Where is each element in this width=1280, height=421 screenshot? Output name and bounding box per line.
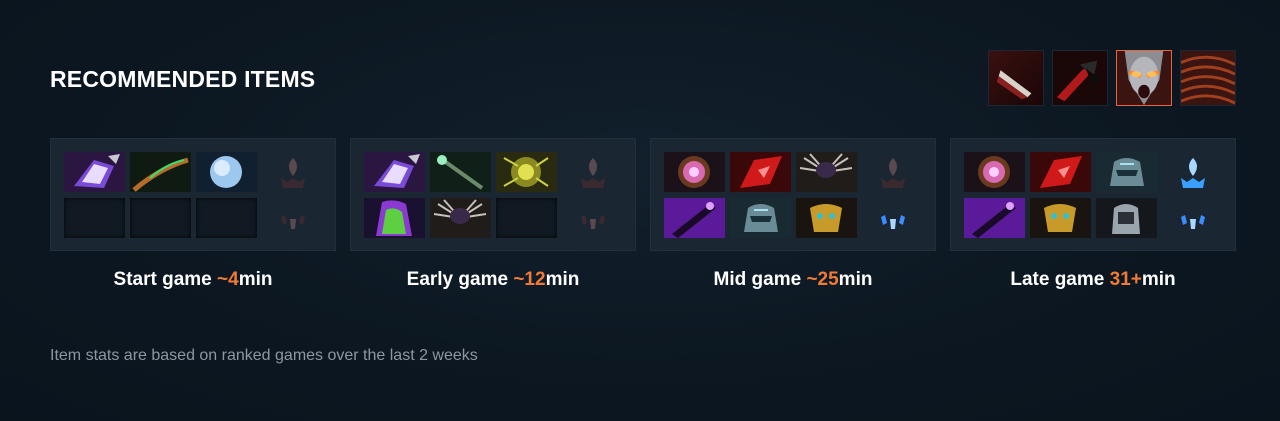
aghanim-shard-icon[interactable] [1173,201,1213,241]
item-grid [364,152,557,238]
stage-caption: Late game 31+min [950,269,1236,291]
hero-portrait-tabs [988,50,1236,106]
blue-orb-icon[interactable] [196,152,257,192]
green-staff-icon[interactable] [130,152,191,192]
silver-helm-icon[interactable] [1096,198,1157,238]
steel-helm-icon[interactable] [1096,152,1157,192]
purple-crystal-icon[interactable] [64,152,125,192]
item-panel [350,138,636,251]
stage-time: 31+ [1109,269,1142,290]
stage-caption: Start game ~4min [50,269,336,291]
pink-orb-icon[interactable] [664,152,725,192]
empty-item-slot [196,198,257,238]
stage-label: Late game [1010,269,1105,290]
item-panel [650,138,936,251]
aghanim-scepter-icon[interactable] [1173,154,1213,194]
ability-2-icon[interactable] [1052,50,1108,106]
item-grid [64,152,257,238]
steel-helm-icon[interactable] [730,198,791,238]
stage-unit: min [545,269,580,290]
gold-mask-icon[interactable] [1030,198,1091,238]
yellow-orb-icon[interactable] [496,152,557,192]
aghanim-scepter-icon[interactable] [573,154,613,194]
stage-caption: Mid game ~25min [650,269,936,291]
red-crystal-icon[interactable] [730,152,791,192]
green-cloak-icon[interactable] [364,198,425,238]
section-title: RECOMMENDED ITEMS [50,66,316,92]
aghanim-scepter-icon[interactable] [273,154,313,194]
footnote: Item stats are based on ranked games ove… [50,347,478,364]
stage-mid: Mid game ~25min [650,138,936,291]
aghanim-column [273,154,313,244]
stage-label: Early game [406,269,509,290]
stage-unit: min [838,269,873,290]
pink-orb-icon[interactable] [964,152,1025,192]
item-grid [964,152,1157,238]
ability-4-icon[interactable] [1180,50,1236,106]
aghanim-shard-icon[interactable] [273,201,313,241]
stage-unit: min [238,269,273,290]
item-grid [664,152,857,238]
stage-time: ~25 [806,269,839,290]
item-panel [950,138,1236,251]
item-stages: Start game ~4min Early game ~12min Mid g… [50,138,1236,291]
stage-caption: Early game ~12min [350,269,636,291]
stage-late: Late game 31+min [950,138,1236,291]
aghanim-column [873,154,913,244]
empty-item-slot [496,198,557,238]
stage-time: ~4 [217,269,239,290]
aghanim-column [573,154,613,244]
stage-label: Mid game [713,269,802,290]
aghanim-shard-icon[interactable] [873,201,913,241]
stage-time: ~12 [513,269,546,290]
empty-item-slot [64,198,125,238]
feather-helm-icon[interactable] [796,152,857,192]
recommended-items-section: RECOMMENDED ITEMS Start game ~4min Early… [0,0,1280,421]
purple-crystal-icon[interactable] [364,152,425,192]
stage-unit: min [1141,269,1176,290]
aghanim-column [1173,154,1213,244]
red-crystal-icon[interactable] [1030,152,1091,192]
stage-start: Start game ~4min [50,138,336,291]
aghanim-scepter-icon[interactable] [873,154,913,194]
green-wand-icon[interactable] [430,152,491,192]
purple-sword-icon[interactable] [664,198,725,238]
feather-helm-icon[interactable] [430,198,491,238]
hero-portrait-icon[interactable] [1116,50,1172,106]
aghanim-shard-icon[interactable] [573,201,613,241]
gold-mask-icon[interactable] [796,198,857,238]
ability-1-icon[interactable] [988,50,1044,106]
stage-label: Start game [113,269,212,290]
empty-item-slot [130,198,191,238]
item-panel [50,138,336,251]
stage-early: Early game ~12min [350,138,636,291]
purple-sword-icon[interactable] [964,198,1025,238]
